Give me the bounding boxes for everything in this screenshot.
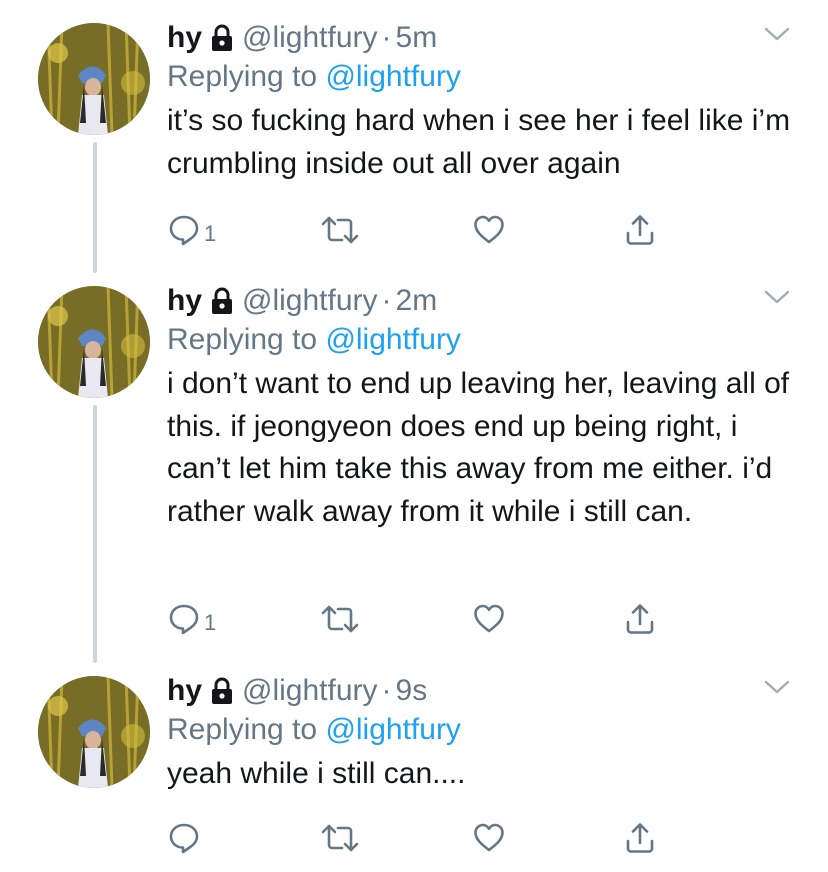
like-icon bbox=[474, 604, 504, 633]
share-icon bbox=[626, 823, 654, 853]
display-name[interactable]: hy bbox=[167, 21, 202, 55]
share-button[interactable] bbox=[623, 213, 657, 247]
reply-button[interactable]: 1 bbox=[167, 602, 216, 636]
tweet[interactable]: hy @lightfury · 5m Replying to @lightfur… bbox=[0, 18, 828, 250]
share-icon bbox=[626, 604, 654, 634]
separator-dot: · bbox=[381, 674, 392, 707]
tweet-header: hy @lightfury · 2m bbox=[167, 281, 437, 321]
like-button[interactable] bbox=[472, 213, 506, 247]
chevron-down-icon[interactable] bbox=[764, 289, 790, 305]
user-handle[interactable]: @lightfury bbox=[242, 21, 378, 55]
like-icon bbox=[474, 823, 504, 852]
replying-to-mention[interactable]: @lightfury bbox=[325, 713, 461, 746]
reply-button[interactable]: 1 bbox=[167, 213, 216, 247]
separator-dot: · bbox=[381, 21, 392, 54]
chevron-down-icon[interactable] bbox=[764, 26, 790, 42]
tweet[interactable]: hy @lightfury · 2m Replying to @lightfur… bbox=[0, 281, 828, 641]
reply-icon bbox=[169, 604, 199, 635]
retweet-icon bbox=[321, 605, 359, 633]
reply-count: 1 bbox=[204, 221, 217, 246]
display-name[interactable]: hy bbox=[167, 674, 202, 708]
tweet-text: yeah while i still can.... bbox=[167, 757, 466, 790]
replying-to-label: Replying to bbox=[167, 323, 318, 356]
avatar[interactable] bbox=[38, 676, 150, 788]
retweet-button[interactable] bbox=[320, 821, 360, 855]
retweet-icon bbox=[321, 216, 359, 244]
retweet-button[interactable] bbox=[320, 213, 360, 247]
like-button[interactable] bbox=[472, 602, 506, 636]
avatar[interactable] bbox=[38, 23, 150, 135]
share-icon bbox=[626, 215, 654, 245]
retweet-icon bbox=[321, 824, 359, 852]
reply-count: 1 bbox=[204, 610, 217, 635]
chevron-down-icon[interactable] bbox=[764, 679, 790, 695]
replying-to-label: Replying to bbox=[167, 713, 318, 746]
display-name[interactable]: hy bbox=[167, 284, 202, 318]
lock-icon bbox=[212, 287, 233, 314]
timestamp[interactable]: 5m bbox=[396, 21, 438, 55]
tweet-text: i don’t want to end up leaving her, leav… bbox=[167, 367, 790, 528]
timestamp[interactable]: 2m bbox=[396, 284, 438, 318]
share-button[interactable] bbox=[623, 821, 657, 855]
lock-icon bbox=[212, 24, 233, 51]
lock-icon bbox=[212, 677, 233, 704]
user-handle[interactable]: @lightfury bbox=[242, 284, 378, 318]
reply-icon bbox=[169, 215, 199, 246]
like-button[interactable] bbox=[472, 821, 506, 855]
replying-to-mention[interactable]: @lightfury bbox=[325, 323, 461, 356]
avatar[interactable] bbox=[38, 286, 150, 398]
share-button[interactable] bbox=[623, 602, 657, 636]
reply-button[interactable] bbox=[167, 821, 204, 855]
timestamp[interactable]: 9s bbox=[396, 674, 428, 708]
user-handle[interactable]: @lightfury bbox=[242, 674, 378, 708]
tweet-text: it’s so fucking hard when i see her i fe… bbox=[167, 104, 791, 180]
replying-to-line: Replying to @lightfury bbox=[167, 60, 461, 94]
replying-to-line: Replying to @lightfury bbox=[167, 323, 461, 357]
reply-icon bbox=[169, 823, 199, 854]
retweet-button[interactable] bbox=[320, 602, 360, 636]
replying-to-line: Replying to @lightfury bbox=[167, 713, 461, 747]
tweet[interactable]: hy @lightfury · 9s Replying to @lightfur… bbox=[0, 671, 828, 861]
separator-dot: · bbox=[381, 284, 392, 317]
tweet-actions: 1 bbox=[167, 602, 667, 636]
tweet-actions: 1 bbox=[167, 213, 667, 247]
replying-to-label: Replying to bbox=[167, 60, 318, 93]
tweet-header: hy @lightfury · 5m bbox=[167, 18, 437, 58]
tweet-header: hy @lightfury · 9s bbox=[167, 671, 427, 711]
tweet-actions bbox=[167, 821, 667, 855]
replying-to-mention[interactable]: @lightfury bbox=[325, 60, 461, 93]
like-icon bbox=[474, 215, 504, 244]
